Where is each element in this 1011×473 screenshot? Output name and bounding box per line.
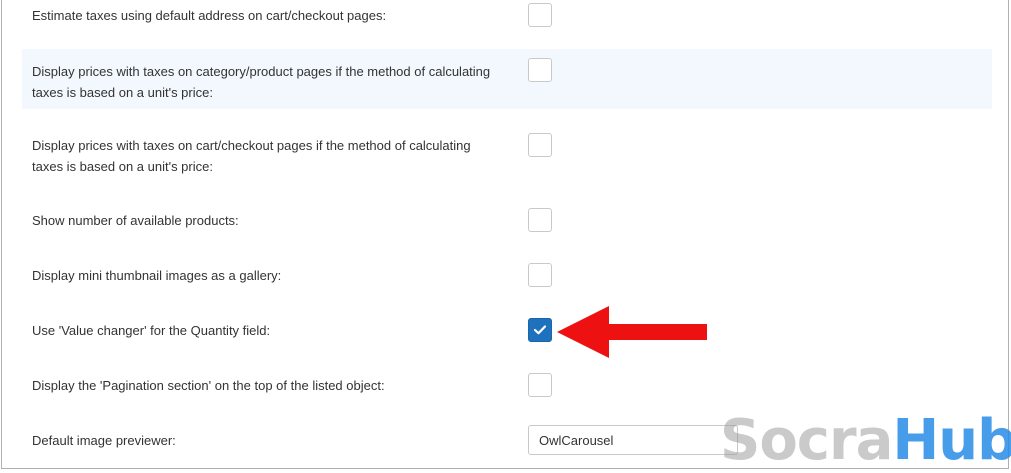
setting-label: Display prices with taxes on cart/checko… — [32, 138, 471, 174]
image-previewer-value: OwlCarousel — [539, 433, 614, 448]
prices-cart-pages-checkbox[interactable] — [528, 133, 552, 157]
socrahub-watermark: SocraHub — [720, 411, 1011, 471]
setting-label: Display mini thumbnail images as a galle… — [32, 268, 282, 283]
setting-label: Display the 'Pagination section' on the … — [32, 378, 385, 393]
setting-label: Use 'Value changer' for the Quantity fie… — [32, 323, 271, 338]
check-icon — [534, 325, 546, 335]
watermark-part-1: Socra — [720, 408, 893, 473]
setting-label: Show number of available products: — [32, 213, 239, 228]
setting-row-estimate-taxes: Estimate taxes using default address on … — [22, 0, 992, 30]
setting-label: Estimate taxes using default address on … — [32, 8, 387, 23]
watermark-part-2: Hub — [892, 408, 1011, 473]
estimate-taxes-checkbox[interactable] — [528, 3, 552, 27]
image-previewer-select[interactable]: OwlCarousel — [528, 425, 738, 455]
value-changer-checkbox[interactable] — [528, 318, 552, 342]
setting-row-prices-category-pages: Display prices with taxes on category/pr… — [22, 49, 992, 109]
prices-category-pages-checkbox[interactable] — [528, 58, 552, 82]
setting-row-value-changer: Use 'Value changer' for the Quantity fie… — [22, 310, 992, 350]
setting-row-thumbnail-gallery: Display mini thumbnail images as a galle… — [22, 255, 992, 295]
setting-row-available-products: Show number of available products: — [22, 200, 992, 240]
setting-row-prices-cart-pages: Display prices with taxes on cart/checko… — [22, 125, 992, 185]
red-arrow-annotation — [557, 306, 707, 358]
setting-label: Display prices with taxes on category/pr… — [32, 64, 491, 100]
settings-panel: Estimate taxes using default address on … — [1, 0, 1009, 469]
pagination-top-checkbox[interactable] — [528, 373, 552, 397]
available-products-checkbox[interactable] — [528, 208, 552, 232]
thumbnail-gallery-checkbox[interactable] — [528, 263, 552, 287]
setting-row-pagination-top: Display the 'Pagination section' on the … — [22, 365, 992, 405]
image-previewer-label: Default image previewer: — [32, 433, 176, 448]
